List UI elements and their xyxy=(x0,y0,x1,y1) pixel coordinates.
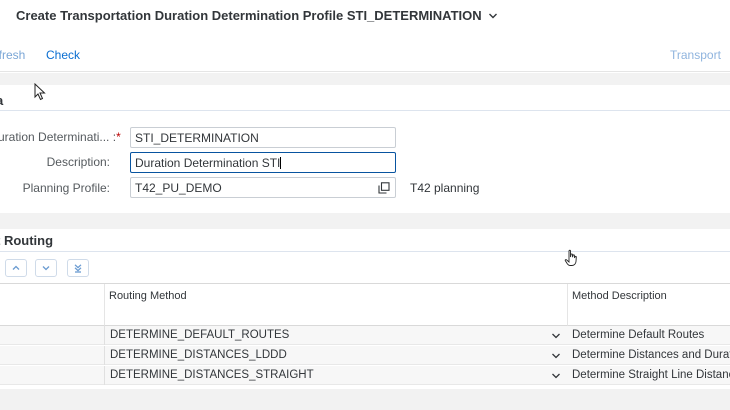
general-data-section: a uration Determinati... :* STI_DETERMIN… xyxy=(0,85,730,213)
routing-method-cell[interactable]: DETERMINE_DISTANCES_STRAIGHT xyxy=(106,366,546,385)
required-marker: * xyxy=(116,130,121,144)
move-up-icon xyxy=(12,265,20,270)
move-to-bottom-icon xyxy=(74,264,82,273)
column-header-select xyxy=(0,284,105,326)
text-cursor xyxy=(280,157,282,169)
description-value: Duration Determination STI xyxy=(135,156,281,170)
hand-cursor-icon xyxy=(564,249,577,266)
value-help-icon[interactable] xyxy=(378,182,390,194)
section-spacer xyxy=(0,73,730,85)
routing-method-cell[interactable]: DETERMINE_DISTANCES_LDDD xyxy=(106,346,546,365)
method-description-cell: Determine Straight Line Distance xyxy=(572,369,730,381)
profile-label: uration Determinati... :* xyxy=(0,130,121,144)
column-header-method-description[interactable]: Method Description xyxy=(568,284,730,326)
planning-profile-description: T42 planning xyxy=(410,181,480,195)
table-row[interactable]: DETERMINE_DISTANCES_LDDD Determine Dista… xyxy=(0,346,730,365)
method-description-cell: Determine Default Routes xyxy=(572,329,705,341)
routing-method-cell[interactable]: DETERMINE_DEFAULT_ROUTES xyxy=(106,326,546,345)
method-description-cell: Determine Distances and Duratio xyxy=(572,349,730,361)
planning-profile-label: Planning Profile: xyxy=(22,181,110,195)
table-row[interactable]: DETERMINE_DISTANCES_STRAIGHT Determine S… xyxy=(0,366,730,385)
section-title-routing: t Routing xyxy=(0,233,54,248)
mouse-pointer-icon xyxy=(34,83,46,101)
section-divider xyxy=(0,110,730,111)
row-selector[interactable] xyxy=(0,346,105,365)
check-button[interactable]: Check xyxy=(46,48,80,62)
column-header-routing-method[interactable]: Routing Method xyxy=(105,284,568,326)
chevron-down-icon[interactable] xyxy=(551,371,561,381)
page-title[interactable]: Create Transportation Duration Determina… xyxy=(16,8,498,23)
section-spacer xyxy=(0,213,730,229)
toolbar: efresh Check Transport xyxy=(0,40,730,72)
section-divider xyxy=(0,251,730,252)
move-down-button[interactable] xyxy=(35,259,57,277)
description-field[interactable]: Duration Determination STI xyxy=(130,152,396,173)
chevron-down-icon[interactable] xyxy=(551,331,561,341)
chevron-down-icon[interactable] xyxy=(488,11,498,21)
profile-id-value: STI_DETERMINATION xyxy=(135,131,259,145)
chevron-down-icon[interactable] xyxy=(551,351,561,361)
profile-label-text: uration Determinati... : xyxy=(0,130,117,144)
planning-profile-value: T42_PU_DEMO xyxy=(135,181,222,195)
description-label: Description: xyxy=(46,155,110,169)
row-selector[interactable] xyxy=(0,366,105,385)
transport-button[interactable]: Transport xyxy=(670,48,721,62)
move-down-icon xyxy=(42,266,50,271)
routing-section: t Routing Routing Method Method Descript… xyxy=(0,229,730,389)
refresh-button[interactable]: efresh xyxy=(0,48,25,62)
page-title-text: Create Transportation Duration Determina… xyxy=(16,8,482,23)
table-row[interactable]: DETERMINE_DEFAULT_ROUTES Determine Defau… xyxy=(0,326,730,345)
routing-table: Routing Method Method Description DETERM… xyxy=(0,283,730,387)
section-title-general: a xyxy=(0,93,3,108)
move-up-button[interactable] xyxy=(5,259,27,277)
move-to-bottom-button[interactable] xyxy=(67,259,89,277)
profile-id-field[interactable]: STI_DETERMINATION xyxy=(130,127,396,148)
footer-spacer xyxy=(0,389,730,410)
row-selector[interactable] xyxy=(0,326,105,345)
page-header: Create Transportation Duration Determina… xyxy=(0,0,730,36)
planning-profile-field[interactable]: T42_PU_DEMO xyxy=(130,177,396,198)
